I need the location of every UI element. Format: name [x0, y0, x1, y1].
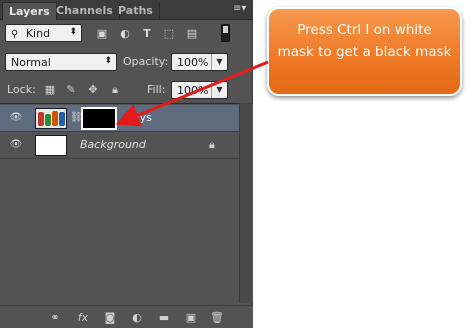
callout-text: Press Ctrl I on white mask to get a blac… — [277, 22, 452, 60]
layer-name[interactable]: Toys — [128, 111, 152, 124]
tab-layers[interactable]: Layers — [2, 2, 57, 20]
shape-filter-icon[interactable]: ⬚ — [162, 28, 176, 40]
kind-filter-select[interactable]: ⚲ Kind ⬍ — [5, 24, 82, 42]
eye-icon[interactable]: 👁︎ — [9, 139, 23, 151]
layer-name[interactable]: Background — [80, 138, 146, 151]
lock-icon: 🔒︎ — [209, 138, 215, 151]
layers-footer: ⚭ fx ◙ ◐ ▬ ▣ 🗑︎ — [0, 305, 253, 328]
layer-row-toys[interactable]: 👁︎ ⛓︎ Toys — [0, 105, 239, 132]
lock-image-icon[interactable]: ✎ — [64, 84, 78, 96]
opacity-label: Opacity: — [123, 55, 169, 68]
lock-position-icon[interactable]: ✥ — [86, 84, 100, 96]
fill-value: 100% — [177, 84, 209, 97]
chevron-down-icon[interactable]: ▼ — [211, 82, 227, 98]
fx-icon[interactable]: fx — [74, 311, 92, 325]
tab-paths[interactable]: Paths — [112, 2, 160, 20]
blend-mode-select[interactable]: Normal ⬍ — [5, 53, 117, 71]
smart-object-filter-icon[interactable]: ▤ — [185, 28, 199, 40]
adjustment-layer-icon[interactable]: ◐ — [130, 311, 144, 325]
type-filter-icon[interactable]: T — [140, 28, 154, 40]
blend-mode-value: Normal — [11, 56, 51, 69]
image-filter-icon[interactable]: ▣ — [95, 28, 109, 40]
annotation-callout: Press Ctrl I on white mask to get a blac… — [267, 7, 462, 96]
fill-label: Fill: — [147, 83, 166, 96]
link-layers-icon[interactable]: ⚭ — [48, 311, 62, 325]
add-mask-icon[interactable]: ◙ — [103, 311, 117, 325]
panel-menu-icon[interactable]: ≡▾ — [233, 4, 247, 16]
layers-scrollbar[interactable] — [239, 103, 252, 303]
panel-tab-bar: Layers Channels Paths ≡▾ — [0, 0, 253, 20]
fill-input[interactable]: 100% ▼ — [171, 81, 228, 99]
new-layer-icon[interactable]: ▣ — [184, 311, 198, 325]
screenshot-stage: Layers Channels Paths ≡▾ ⚲ Kind ⬍ ▣ ◐ T … — [0, 0, 471, 328]
layer-thumbnail[interactable] — [35, 108, 67, 129]
adjustment-filter-icon[interactable]: ◐ — [118, 28, 132, 40]
mask-link-icon[interactable]: ⛓︎ — [70, 111, 83, 125]
chevron-updown-icon: ⬍ — [69, 27, 77, 37]
group-folder-icon[interactable]: ▬ — [157, 311, 171, 325]
lock-label: Lock: — [7, 83, 36, 96]
layer-mask-thumbnail[interactable] — [81, 107, 117, 130]
opacity-value: 100% — [177, 56, 209, 69]
layers-panel: Layers Channels Paths ≡▾ ⚲ Kind ⬍ ▣ ◐ T … — [0, 0, 253, 328]
tab-channels[interactable]: Channels — [50, 2, 120, 20]
layers-list: 👁︎ ⛓︎ Toys 👁︎ Background 🔒︎ — [0, 103, 253, 303]
opacity-input[interactable]: 100% ▼ — [171, 53, 228, 71]
chevron-down-icon[interactable]: ▼ — [211, 54, 227, 70]
eye-icon[interactable]: 👁︎ — [9, 112, 23, 124]
layer-row-background[interactable]: 👁︎ Background 🔒︎ — [0, 132, 239, 159]
lock-transparent-icon[interactable]: ▦ — [43, 84, 57, 96]
search-icon: ⚲ — [11, 29, 19, 40]
layer-thumbnail[interactable] — [35, 135, 67, 156]
kind-filter-label: Kind — [25, 27, 51, 40]
chevron-updown-icon: ⬍ — [104, 56, 112, 66]
filter-toggle[interactable] — [221, 24, 230, 42]
lock-all-icon[interactable]: 🔒︎ — [108, 84, 122, 96]
trash-icon[interactable]: 🗑︎ — [210, 311, 224, 325]
